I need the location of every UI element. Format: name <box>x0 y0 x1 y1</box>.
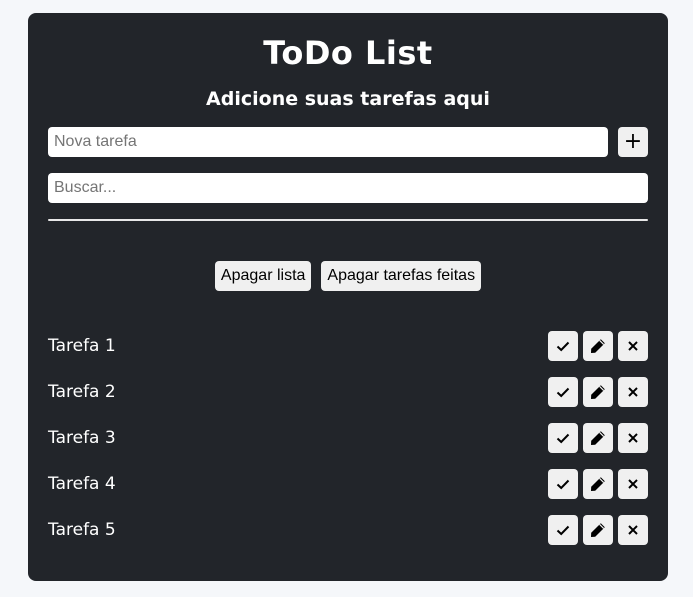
check-icon <box>556 479 570 490</box>
pencil-icon <box>591 431 605 445</box>
task-item: Tarefa 2 <box>48 377 648 407</box>
task-buttons <box>548 515 648 545</box>
list-actions: Apagar lista Apagar tarefas feitas <box>48 261 648 291</box>
delete-task-button[interactable] <box>618 469 648 499</box>
complete-task-button[interactable] <box>548 469 578 499</box>
edit-task-button[interactable] <box>583 331 613 361</box>
edit-task-button[interactable] <box>583 515 613 545</box>
delete-task-button[interactable] <box>618 377 648 407</box>
close-icon <box>628 433 638 443</box>
task-item: Tarefa 3 <box>48 423 648 453</box>
check-icon <box>556 387 570 398</box>
pencil-icon <box>591 523 605 537</box>
todo-card: ToDo List Adicione suas tarefas aqui + A… <box>28 13 668 581</box>
edit-task-button[interactable] <box>583 377 613 407</box>
pencil-icon <box>591 339 605 353</box>
delete-task-button[interactable] <box>618 331 648 361</box>
task-buttons <box>548 377 648 407</box>
page-title: ToDo List <box>263 34 433 72</box>
pencil-icon <box>591 477 605 491</box>
close-icon <box>628 341 638 351</box>
edit-task-button[interactable] <box>583 469 613 499</box>
check-icon <box>556 341 570 352</box>
divider <box>48 219 648 221</box>
complete-task-button[interactable] <box>548 515 578 545</box>
close-icon <box>628 387 638 397</box>
close-icon <box>628 525 638 535</box>
clear-list-button[interactable]: Apagar lista <box>214 261 312 291</box>
task-label: Tarefa 5 <box>48 520 116 540</box>
task-buttons <box>548 331 648 361</box>
new-task-input[interactable] <box>48 127 608 157</box>
edit-task-button[interactable] <box>583 423 613 453</box>
task-item: Tarefa 4 <box>48 469 648 499</box>
complete-task-button[interactable] <box>548 423 578 453</box>
complete-task-button[interactable] <box>548 331 578 361</box>
task-item: Tarefa 1 <box>48 331 648 361</box>
task-label: Tarefa 2 <box>48 382 116 402</box>
task-buttons <box>548 423 648 453</box>
delete-task-button[interactable] <box>618 423 648 453</box>
pencil-icon <box>591 385 605 399</box>
task-label: Tarefa 3 <box>48 428 116 448</box>
task-buttons <box>548 469 648 499</box>
delete-task-button[interactable] <box>618 515 648 545</box>
search-input[interactable] <box>48 173 648 203</box>
task-label: Tarefa 4 <box>48 474 116 494</box>
task-list: Tarefa 1 Tarefa 2 Tarefa 3 Tarefa 4 Tare… <box>48 331 648 545</box>
check-icon <box>556 525 570 536</box>
clear-done-button[interactable]: Apagar tarefas feitas <box>321 261 482 291</box>
close-icon <box>628 479 638 489</box>
page-subtitle: Adicione suas tarefas aqui <box>206 88 490 110</box>
task-label: Tarefa 1 <box>48 336 116 356</box>
add-task-button[interactable]: + <box>618 127 648 157</box>
add-task-row: + <box>48 127 648 157</box>
task-item: Tarefa 5 <box>48 515 648 545</box>
check-icon <box>556 433 570 444</box>
complete-task-button[interactable] <box>548 377 578 407</box>
